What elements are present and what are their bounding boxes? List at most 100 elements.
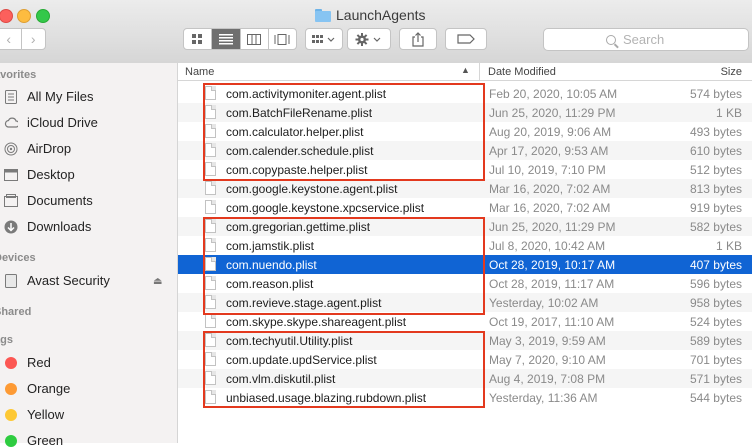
list-view-button[interactable] bbox=[211, 29, 240, 49]
file-name: com.vlm.diskutil.plist bbox=[226, 372, 336, 386]
file-row[interactable]: com.gregorian.gettime.plist Jun 25, 2020,… bbox=[178, 217, 752, 236]
plist-file-icon bbox=[205, 181, 216, 195]
file-row[interactable]: com.update.updService.plist May 7, 2020, … bbox=[178, 350, 752, 369]
file-size: 1 KB bbox=[715, 239, 742, 253]
sidebar-item-label: All My Files bbox=[27, 89, 94, 104]
file-row[interactable]: com.revieve.stage.agent.plist Yesterday, … bbox=[178, 293, 752, 312]
file-date-modified: Jun 25, 2020, 11:29 PM bbox=[489, 220, 616, 234]
file-date-modified: Apr 17, 2020, 9:53 AM bbox=[489, 144, 609, 158]
arrange-button[interactable] bbox=[305, 28, 343, 50]
sidebar-item-label: Yellow bbox=[27, 407, 65, 422]
file-size: 493 bytes bbox=[689, 125, 742, 139]
column-view-button[interactable] bbox=[239, 29, 268, 49]
sidebar-tag-red[interactable]: Red bbox=[0, 355, 51, 370]
navigation-buttons: ‹ › bbox=[0, 28, 46, 50]
arrange-grid-icon bbox=[312, 34, 335, 43]
file-date-modified: Aug 4, 2019, 7:08 PM bbox=[489, 372, 606, 386]
file-size: 919 bytes bbox=[689, 201, 742, 215]
sidebar-tag-green[interactable]: Green bbox=[0, 433, 63, 448]
cover-flow-button[interactable] bbox=[267, 29, 296, 49]
view-mode-selector bbox=[183, 28, 297, 50]
file-size: 544 bytes bbox=[689, 391, 742, 405]
plist-file-icon bbox=[205, 86, 216, 100]
zoom-window-button[interactable] bbox=[36, 9, 50, 23]
file-row[interactable]: com.skype.skype.shareagent.plist Oct 19, … bbox=[178, 312, 752, 331]
search-field[interactable]: Search bbox=[543, 28, 749, 51]
file-date-modified: Mar 16, 2020, 7:02 AM bbox=[489, 182, 611, 196]
file-row[interactable]: com.copypaste.helper.plist Jul 10, 2019, … bbox=[178, 160, 752, 179]
file-size: 574 bytes bbox=[689, 87, 742, 101]
column-header: Name ▲ Date Modified Size bbox=[178, 63, 752, 81]
sidebar-tag-yellow[interactable]: Yellow bbox=[0, 407, 64, 422]
minimize-window-button[interactable] bbox=[17, 9, 31, 23]
sidebar-item-label: Orange bbox=[27, 381, 71, 396]
file-rows: com.activitymoniter.agent.plist Feb 20, 2… bbox=[178, 84, 752, 407]
column-date-header[interactable]: Date Modified bbox=[488, 66, 556, 78]
file-row[interactable]: com.techyutil.Utility.plist May 3, 2019, … bbox=[178, 331, 752, 350]
sidebar-item-desktop[interactable]: Desktop bbox=[0, 167, 75, 182]
sidebar-heading-favorites: avorites bbox=[0, 69, 37, 81]
file-size: 1 KB bbox=[715, 106, 742, 120]
sidebar-item-label: Desktop bbox=[27, 167, 75, 182]
file-name: unbiased.usage.blazing.rubdown.plist bbox=[226, 391, 427, 405]
plist-file-icon bbox=[205, 371, 216, 385]
tags-button[interactable] bbox=[445, 28, 487, 50]
back-button[interactable]: ‹ bbox=[0, 29, 21, 49]
sidebar-item-downloads[interactable]: Downloads bbox=[0, 219, 91, 234]
file-row[interactable]: com.google.keystone.xpcservice.plist Mar … bbox=[178, 198, 752, 217]
file-row[interactable]: com.calculator.helper.plist Aug 20, 2019,… bbox=[178, 122, 752, 141]
sidebar-item-avast-security[interactable]: Avast Security bbox=[0, 273, 110, 288]
icon-view-button[interactable] bbox=[184, 29, 211, 49]
file-name: com.reason.plist bbox=[226, 277, 314, 291]
file-name: com.activitymoniter.agent.plist bbox=[226, 87, 387, 101]
plist-file-icon bbox=[205, 257, 216, 271]
forward-button[interactable]: › bbox=[20, 29, 46, 49]
share-button[interactable] bbox=[399, 28, 437, 50]
sidebar-tag-orange[interactable]: Orange bbox=[0, 381, 70, 396]
file-row[interactable]: com.BatchFileRename.plist Jun 25, 2020, 1… bbox=[178, 103, 752, 122]
sidebar-item-label: AirDrop bbox=[27, 141, 72, 156]
documents-icon bbox=[4, 194, 18, 208]
title-bar: LaunchAgents ‹ › Search bbox=[0, 0, 752, 64]
sidebar-item-all-my-files[interactable]: All My Files bbox=[0, 89, 93, 104]
plist-file-icon bbox=[205, 143, 216, 157]
file-row[interactable]: com.vlm.diskutil.plist Aug 4, 2019, 7:08 … bbox=[178, 369, 752, 388]
column-size-header[interactable]: Size bbox=[721, 66, 742, 78]
plist-file-icon bbox=[205, 352, 216, 366]
file-row[interactable]: com.google.keystone.agent.plist Mar 16, 2… bbox=[178, 179, 752, 198]
orange-tag-dot-icon bbox=[5, 382, 17, 395]
column-divider[interactable] bbox=[479, 63, 480, 80]
downloads-icon bbox=[4, 220, 18, 234]
file-date-modified: Oct 19, 2017, 11:10 AM bbox=[489, 315, 615, 329]
plist-file-icon bbox=[205, 295, 216, 309]
sidebar-heading-devices: Devices bbox=[0, 252, 36, 264]
plist-file-icon bbox=[205, 390, 216, 404]
action-button[interactable] bbox=[347, 28, 391, 50]
file-row[interactable]: com.activitymoniter.agent.plist Feb 20, 2… bbox=[178, 84, 752, 103]
cover-flow-icon bbox=[274, 33, 290, 45]
sidebar-item-label: Avast Security bbox=[27, 273, 110, 288]
file-date-modified: Oct 28, 2019, 11:17 AM bbox=[489, 277, 615, 291]
file-row[interactable]: com.nuendo.plist Oct 28, 2019, 10:17 AM 40… bbox=[178, 255, 752, 274]
file-row[interactable]: com.jamstik.plist Jul 8, 2020, 10:42 AM 1 … bbox=[178, 236, 752, 255]
file-name: com.BatchFileRename.plist bbox=[226, 106, 373, 120]
file-row[interactable]: com.reason.plist Oct 28, 2019, 11:17 AM 59… bbox=[178, 274, 752, 293]
file-date-modified: Aug 20, 2019, 9:06 AM bbox=[489, 125, 612, 139]
file-size: 524 bytes bbox=[689, 315, 742, 329]
file-size: 813 bytes bbox=[689, 182, 742, 196]
search-icon bbox=[606, 34, 616, 45]
file-name: com.calender.schedule.plist bbox=[226, 144, 374, 158]
eject-icon[interactable]: ⏏ bbox=[153, 276, 162, 287]
window-title-text: LaunchAgents bbox=[336, 7, 426, 23]
file-row[interactable]: com.calender.schedule.plist Apr 17, 2020,… bbox=[178, 141, 752, 160]
file-name: com.google.keystone.xpcservice.plist bbox=[226, 201, 425, 215]
sidebar-item-documents[interactable]: Documents bbox=[0, 193, 93, 208]
file-row[interactable]: unbiased.usage.blazing.rubdown.plist Yest… bbox=[178, 388, 752, 407]
close-window-button[interactable] bbox=[0, 9, 13, 23]
sidebar-item-icloud-drive[interactable]: iCloud Drive bbox=[0, 115, 98, 130]
folder-icon bbox=[315, 8, 331, 22]
column-name-header[interactable]: Name bbox=[185, 66, 214, 78]
file-size: 512 bytes bbox=[689, 163, 742, 177]
sidebar-item-airdrop[interactable]: AirDrop bbox=[0, 141, 71, 156]
file-size: 958 bytes bbox=[689, 296, 742, 310]
